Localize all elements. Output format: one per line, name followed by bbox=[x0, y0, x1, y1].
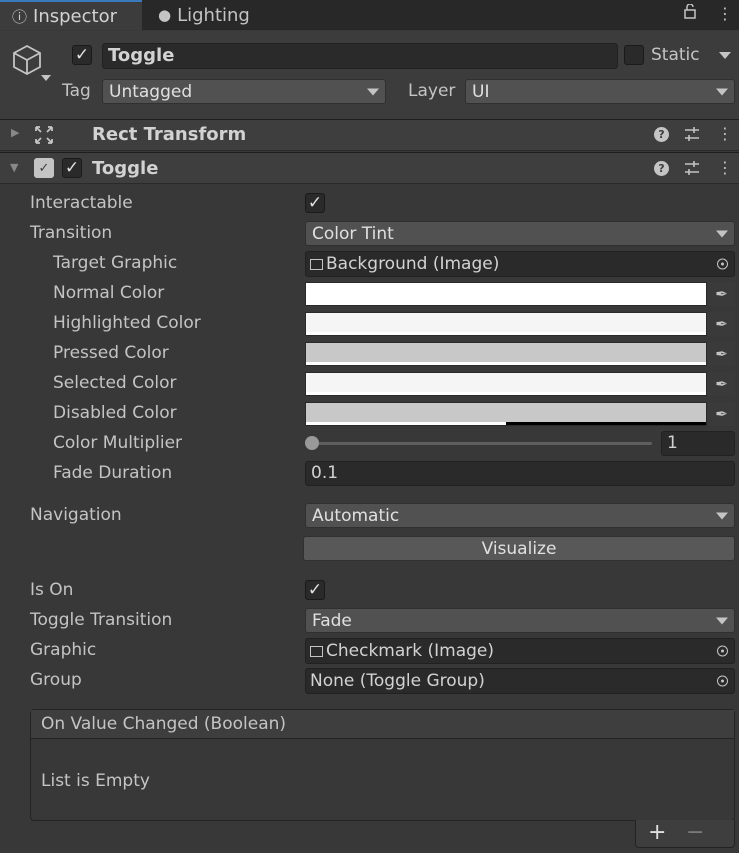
fade-duration-input[interactable]: 0.1 bbox=[305, 461, 735, 486]
interactable-checkbox[interactable]: ✓ bbox=[305, 193, 325, 213]
target-graphic-field[interactable]: Background (Image) bbox=[305, 251, 735, 277]
disabled-color-field[interactable] bbox=[305, 402, 707, 426]
image-icon bbox=[310, 258, 323, 270]
alpha-bar bbox=[306, 392, 706, 395]
toggle-transition-value: Fade bbox=[312, 610, 352, 631]
visualize-button[interactable]: Visualize bbox=[303, 536, 735, 561]
chevron-down-icon bbox=[716, 512, 728, 519]
eyedropper-icon[interactable]: ✒ bbox=[708, 372, 735, 396]
toggle-transition-label: Toggle Transition bbox=[30, 610, 173, 630]
navigation-value: Automatic bbox=[312, 505, 400, 526]
rect-transform-title: Rect Transform bbox=[92, 124, 247, 145]
navigation-label: Navigation bbox=[30, 505, 122, 525]
alpha-bar bbox=[306, 362, 706, 365]
event-empty-text: List is Empty bbox=[41, 771, 150, 791]
selected-color-field[interactable] bbox=[305, 372, 707, 396]
pressed-color-field[interactable] bbox=[305, 342, 707, 366]
help-icon[interactable]: ? bbox=[654, 127, 669, 142]
object-picker-icon[interactable] bbox=[717, 645, 728, 657]
alpha-bar bbox=[306, 422, 506, 425]
is-on-label: Is On bbox=[30, 580, 74, 600]
pressed-color-label: Pressed Color bbox=[53, 343, 169, 363]
eyedropper-icon[interactable]: ✒ bbox=[708, 342, 735, 366]
normal-color-field[interactable] bbox=[305, 282, 707, 306]
object-name-field[interactable]: Toggle bbox=[102, 43, 618, 69]
chevron-down-icon bbox=[716, 230, 728, 237]
tab-lighting[interactable]: ● Lighting bbox=[142, 0, 292, 30]
tag-dropdown[interactable]: Untagged bbox=[102, 79, 386, 104]
target-graphic-label: Target Graphic bbox=[53, 253, 178, 273]
highlighted-color-label: Highlighted Color bbox=[53, 313, 201, 333]
info-icon: ⓘ bbox=[12, 7, 28, 26]
event-title: On Value Changed (Boolean) bbox=[41, 714, 287, 734]
color-multiplier-slider-track[interactable] bbox=[312, 442, 652, 445]
chevron-down-icon bbox=[367, 88, 379, 95]
eyedropper-icon[interactable]: ✒ bbox=[708, 312, 735, 336]
alpha-bar bbox=[306, 332, 706, 335]
component-menu-icon[interactable]: ⋮ bbox=[717, 158, 733, 177]
lock-icon[interactable] bbox=[684, 3, 696, 23]
highlighted-color-field[interactable] bbox=[305, 312, 707, 336]
component-menu-icon[interactable]: ⋮ bbox=[717, 124, 733, 143]
fade-duration-label: Fade Duration bbox=[53, 463, 173, 483]
layer-value: UI bbox=[472, 81, 490, 102]
add-icon[interactable]: + bbox=[648, 820, 666, 845]
color-multiplier-slider-thumb[interactable] bbox=[305, 436, 319, 450]
layer-label: Layer bbox=[408, 81, 456, 101]
active-checkbox[interactable]: ✓ bbox=[72, 45, 92, 65]
interactable-label: Interactable bbox=[30, 193, 133, 213]
gameobject-cube-icon[interactable] bbox=[12, 44, 42, 81]
foldout-collapsed-icon[interactable]: ▶ bbox=[11, 126, 19, 139]
tag-value: Untagged bbox=[109, 81, 193, 102]
tab-inspector-label: Inspector bbox=[33, 5, 117, 27]
foldout-expanded-icon[interactable]: ▼ bbox=[10, 161, 18, 174]
is-on-checkbox[interactable]: ✓ bbox=[305, 580, 325, 600]
tag-label: Tag bbox=[62, 81, 91, 101]
graphic-value: Checkmark (Image) bbox=[326, 641, 495, 661]
chevron-down-icon bbox=[716, 617, 728, 624]
selected-color-label: Selected Color bbox=[53, 373, 177, 393]
chevron-down-icon bbox=[716, 88, 728, 95]
lightbulb-icon: ● bbox=[158, 6, 172, 24]
eyedropper-icon[interactable]: ✒ bbox=[708, 402, 735, 426]
transition-label: Transition bbox=[30, 223, 113, 243]
graphic-field[interactable]: Checkmark (Image) bbox=[305, 638, 735, 664]
static-label: Static bbox=[651, 45, 700, 65]
navigation-dropdown[interactable]: Automatic bbox=[305, 503, 735, 528]
toggle-component-title: Toggle bbox=[92, 158, 159, 179]
eyedropper-icon[interactable]: ✒ bbox=[708, 282, 735, 306]
disabled-color-label: Disabled Color bbox=[53, 403, 177, 423]
icon-dropdown-arrow[interactable] bbox=[41, 75, 51, 81]
transition-value: Color Tint bbox=[312, 223, 394, 244]
group-label: Group bbox=[30, 670, 82, 690]
color-multiplier-label: Color Multiplier bbox=[53, 433, 183, 453]
toggle-transition-dropdown[interactable]: Fade bbox=[305, 608, 735, 633]
object-picker-icon[interactable] bbox=[717, 675, 728, 687]
static-checkbox[interactable] bbox=[624, 45, 644, 65]
tab-menu-icon[interactable]: ⋮ bbox=[717, 4, 733, 23]
static-dropdown-arrow[interactable] bbox=[719, 52, 731, 59]
tab-lighting-label: Lighting bbox=[177, 4, 250, 26]
alpha-bar bbox=[306, 302, 706, 305]
object-picker-icon[interactable] bbox=[717, 258, 728, 270]
transition-dropdown[interactable]: Color Tint bbox=[305, 221, 735, 246]
color-multiplier-input[interactable]: 1 bbox=[661, 431, 735, 456]
tab-inspector[interactable]: ⓘ Inspector bbox=[0, 0, 142, 30]
presets-icon[interactable] bbox=[684, 126, 700, 147]
graphic-label: Graphic bbox=[30, 640, 97, 660]
group-field[interactable]: None (Toggle Group) bbox=[305, 668, 735, 694]
presets-icon[interactable] bbox=[684, 160, 700, 181]
remove-icon[interactable]: − bbox=[686, 820, 704, 845]
toggle-component-icon: ✓ bbox=[34, 158, 54, 178]
group-value: None (Toggle Group) bbox=[310, 671, 485, 691]
image-icon bbox=[310, 645, 323, 657]
target-graphic-value: Background (Image) bbox=[326, 254, 500, 274]
rect-transform-icon bbox=[34, 125, 54, 150]
toggle-enabled-checkbox[interactable]: ✓ bbox=[62, 158, 82, 178]
help-icon[interactable]: ? bbox=[654, 161, 669, 176]
layer-dropdown[interactable]: UI bbox=[465, 79, 735, 104]
normal-color-label: Normal Color bbox=[53, 283, 165, 303]
